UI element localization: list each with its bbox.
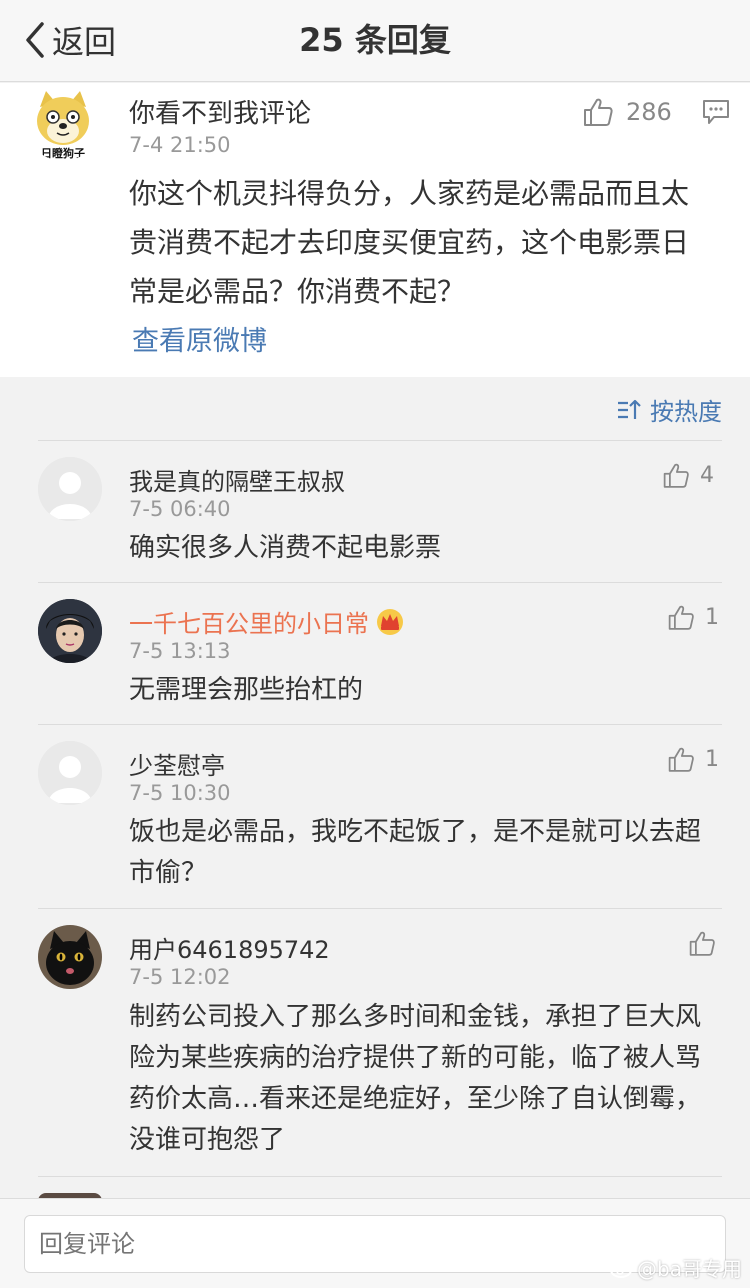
reply-time: 7-5 10:30 — [129, 781, 231, 805]
like-button[interactable]: 286 — [582, 97, 672, 127]
reply-text: 无需理会那些抬杠的 — [129, 675, 364, 705]
sort-by-hot-button[interactable]: 按热度 — [616, 392, 722, 427]
thumbs-up-icon — [689, 931, 715, 956]
divider — [38, 1176, 722, 1177]
thumbs-up-icon — [584, 98, 613, 126]
watermark-text: @ba哥专用 — [637, 1257, 742, 1281]
weibo-logo-icon — [610, 1259, 635, 1278]
divider — [38, 440, 722, 441]
comment-time: 7-4 21:50 — [129, 133, 231, 157]
avatar[interactable] — [38, 457, 102, 521]
like-button[interactable]: 1 — [667, 746, 719, 773]
reply-username-text: 一千七百公里的小日常 — [129, 610, 369, 638]
avatar[interactable]: 日瞪狗子 — [26, 87, 100, 161]
reply-text: 饭也是必需品，我吃不起饭了，是不是就可以去超市偷？ — [129, 817, 702, 888]
main-comment: 日瞪狗子 你看不到我评论 7-4 21:50 286 你这个机灵抖得负分，人家药… — [0, 83, 750, 377]
like-count: 4 — [700, 463, 714, 488]
default-user-icon — [38, 741, 102, 805]
avatar[interactable] — [38, 741, 102, 805]
reply-text: 确实很多人消费不起电影票 — [129, 533, 442, 563]
sort-label: 按热度 — [650, 398, 722, 426]
nav-bar: 返回 25 条回复 — [0, 0, 750, 82]
vip-crown-icon — [377, 608, 403, 635]
like-button[interactable]: 1 — [667, 604, 719, 631]
thumbs-up-icon — [668, 605, 694, 630]
reply-username[interactable]: 用户6461895742 — [129, 930, 330, 965]
avatar[interactable] — [38, 925, 102, 989]
like-button[interactable] — [688, 930, 716, 957]
avatar[interactable] — [38, 599, 102, 663]
like-count: 286 — [626, 98, 672, 126]
reply-username[interactable]: 我是真的隔壁王叔叔 — [129, 462, 345, 497]
like-button[interactable]: 4 — [662, 462, 714, 489]
back-label: 返回 — [52, 23, 117, 61]
like-count: 1 — [705, 747, 719, 772]
comment-username[interactable]: 你看不到我评论 — [129, 93, 311, 130]
like-count: 1 — [705, 605, 719, 630]
view-original-link[interactable]: 查看原微博 — [132, 319, 267, 358]
black-cat-image — [38, 925, 102, 989]
user-photo-image — [38, 599, 102, 663]
sort-icon — [618, 399, 641, 419]
avatar-caption: 日瞪狗子 — [26, 145, 100, 161]
divider — [38, 724, 722, 725]
reply-time: 7-5 12:02 — [129, 965, 231, 989]
reply-time: 7-5 06:40 — [129, 497, 231, 521]
reply-text: 制药公司投入了那么多时间和金钱，承担了巨大风险为某些疾病的治疗提供了新的可能，临… — [129, 1002, 702, 1155]
reply-username[interactable]: 少荃慰亭 — [129, 746, 225, 781]
comment-text: 你这个机灵抖得负分，人家药是必需品而且太贵消费不起才去印度买便宜药，这个电影票日… — [129, 177, 690, 308]
chevron-left-icon — [26, 22, 44, 58]
default-user-icon — [38, 457, 102, 521]
divider — [38, 582, 722, 583]
thumbs-up-icon — [663, 463, 689, 488]
back-button[interactable]: 返回 — [22, 18, 116, 62]
reply-username[interactable]: 一千七百公里的小日常 — [129, 604, 405, 639]
bottom-bar: @ba哥专用 — [0, 1198, 750, 1288]
thumbs-up-icon — [668, 747, 694, 772]
reply-time: 7-5 13:13 — [129, 639, 231, 663]
watermark: @ba哥专用 — [609, 1253, 742, 1282]
divider — [38, 908, 722, 909]
comment-icon[interactable] — [702, 98, 730, 126]
